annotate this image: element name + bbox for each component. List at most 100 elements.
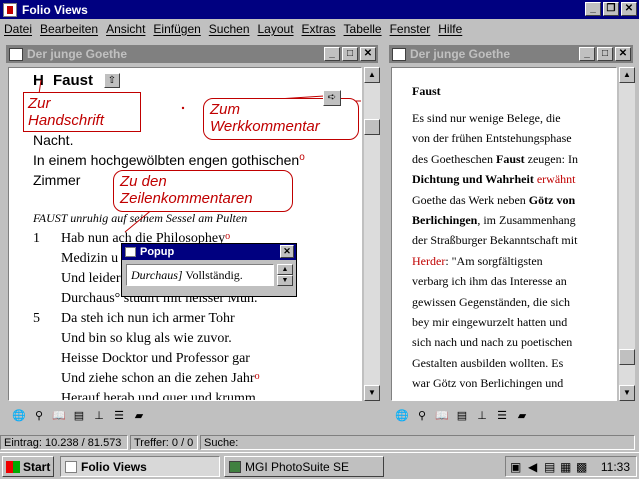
verse-number-5: 5 [33,311,40,326]
tray-scheduler-icon[interactable]: ▤ [544,460,555,474]
text-line-zimmer: Zimmer [33,172,81,188]
left-scroll-down-button[interactable]: ▼ [364,385,380,401]
globe-icon[interactable]: 🌐 [10,407,28,425]
left-close-button[interactable]: ✕ [360,47,376,61]
popup-scroll-down-button[interactable]: ▼ [277,275,293,286]
tray-network-icon[interactable]: ▣ [510,460,521,474]
werkkommentar-link-icon[interactable]: ➪ [323,90,341,106]
right-close-button[interactable]: ✕ [615,47,631,61]
verse-line-8: Und ziehe schon an die zehen Jahro [61,371,260,386]
right-minimize-button[interactable]: _ [579,47,595,61]
menu-fenster[interactable]: Fenster [386,22,435,36]
status-entry: Eintrag: 10.238 / 81.573 [0,435,128,450]
right-scroll-thumb[interactable] [619,349,635,365]
app-title: Folio Views [22,2,88,17]
status-bar: Eintrag: 10.238 / 81.573 Treffer: 0 / 0 … [0,434,639,451]
status-search: Suche: [200,435,635,450]
popup-title-bar[interactable]: Popup ✕ [122,244,296,260]
popup-content: Durchaus] Vollständig. [126,264,274,286]
right-document-window: Der junge Goethe _ □ ✕ Faust Es sind nur… [385,41,637,431]
close-button[interactable]: ✕ [621,2,637,16]
task-photosuite[interactable]: MGI PhotoSuite SE [224,456,384,477]
binoculars-icon[interactable]: ⚲ [30,407,48,425]
menu-einfuegen[interactable]: Einfügen [149,22,204,36]
stamp-icon[interactable]: ⊥ [90,407,108,425]
left-document-pane[interactable]: H Faust ⇧ Nacht. In einem hochgewölbten … [8,67,362,401]
tray-speaker-icon[interactable]: ◀ [528,460,537,474]
highlight-icon[interactable]: ▰ [130,407,148,425]
stamp-icon[interactable]: ⊥ [473,407,491,425]
right-scroll-down-button[interactable]: ▼ [619,385,635,401]
left-scroll-up-button[interactable]: ▲ [364,67,380,83]
start-label: Start [23,459,51,474]
tray-app-icon[interactable]: ▩ [576,460,587,474]
right-window-title-bar[interactable]: Der junge Goethe _ □ ✕ [389,45,633,63]
faust-heading: Faust [53,72,94,89]
right-maximize-button[interactable]: □ [597,47,613,61]
restore-button[interactable]: ❐ [603,2,619,16]
popup-icon [125,247,136,257]
callout-zeilenkommentare: Zu den Zeilenkommentaren [113,170,293,212]
folio-app-icon [3,2,17,17]
menu-bar: Datei Bearbeiten Ansicht Einfügen Suchen… [0,19,639,38]
open-book-icon[interactable]: 📖 [50,407,68,425]
menu-hilfe[interactable]: Hilfe [434,22,466,36]
popup-scroll-up-button[interactable]: ▲ [277,264,293,275]
highlight-icon[interactable]: ▰ [513,407,531,425]
right-scroll-up-button[interactable]: ▲ [619,67,635,83]
text-line-gewoelbe: In einem hochgewölbten engen gothischeno [33,152,305,168]
verse-line-7: Heisse Docktor und Professor gar [61,351,250,366]
list-icon[interactable]: ☰ [110,407,128,425]
menu-tabelle[interactable]: Tabelle [340,22,386,36]
verse-line-6: Und bin so klug als wie zuvor. [61,331,232,346]
left-scroll-thumb[interactable] [364,119,380,135]
menu-bearbeiten[interactable]: Bearbeiten [36,22,102,36]
task-label-folio: Folio Views [81,459,147,474]
taskbar: Start Folio Views MGI PhotoSuite SE ▣ ◀ … [0,452,639,479]
tray-monitor-icon[interactable]: ▦ [560,460,571,474]
menu-suchen[interactable]: Suchen [205,22,254,36]
verse-line-3: Und leider [61,271,121,286]
task-label-photosuite: MGI PhotoSuite SE [245,459,350,474]
verse-line-9: Herauf herab und quer und krumm [61,391,256,401]
globe-icon[interactable]: 🌐 [393,407,411,425]
right-window-title: Der junge Goethe [410,47,511,61]
right-window-toolbar: 🌐 ⚲ 📖 ▤ ⊥ ☰ ▰ [391,405,635,427]
list-icon[interactable]: ☰ [493,407,511,425]
handschrift-marker[interactable]: H [33,72,44,89]
right-vertical-scrollbar[interactable]: ▲ ▼ [619,67,635,401]
popup-window: Popup ✕ Durchaus] Vollständig. ▲ ▼ [121,243,297,297]
left-window-toolbar: 🌐 ⚲ 📖 ▤ ⊥ ☰ ▰ [8,405,378,427]
callout-handschrift: Zur Handschrift [23,92,141,132]
heading-pin-icon[interactable]: ⇧ [104,73,120,88]
popup-lemma: Durchaus] [131,268,183,282]
menu-datei[interactable]: Datei [0,22,36,36]
open-book-icon[interactable]: 📖 [433,407,451,425]
menu-layout[interactable]: Layout [254,22,298,36]
left-minimize-button[interactable]: _ [324,47,340,61]
start-button[interactable]: Start [2,456,54,477]
left-document-window: Der junge Goethe _ □ ✕ H Faust ⇧ Nacht. … [2,41,382,431]
commentary-heading: Faust [412,84,441,98]
verse-line-2: Medizin u [61,251,119,266]
right-document-pane[interactable]: Faust Es sind nur wenige Belege, die von… [391,67,617,401]
menu-ansicht[interactable]: Ansicht [102,22,149,36]
left-window-title-bar[interactable]: Der junge Goethe _ □ ✕ [6,45,378,63]
minimize-button[interactable]: _ [585,2,601,16]
left-vertical-scrollbar[interactable]: ▲ ▼ [364,67,380,401]
document-icon[interactable]: ▤ [70,407,88,425]
tray-clock: 11:33 [600,460,630,474]
text-line-nacht: Nacht. [33,132,74,148]
stage-direction: FAUST unruhig auf seinem Sessel am Pulte… [33,211,248,225]
left-maximize-button[interactable]: □ [342,47,358,61]
document-icon[interactable]: ▤ [453,407,471,425]
status-hits: Treffer: 0 / 0 [130,435,198,450]
popup-title: Popup [140,246,175,258]
verse-number-1: 1 [33,231,40,246]
task-folio-views[interactable]: Folio Views [60,456,220,477]
popup-close-button[interactable]: ✕ [280,245,294,258]
commentary-text: Es sind nur wenige Belege, die von der f… [412,111,578,400]
menu-extras[interactable]: Extras [298,22,340,36]
app-title-bar[interactable]: Folio Views _ ❐ ✕ [0,0,639,19]
binoculars-icon[interactable]: ⚲ [413,407,431,425]
